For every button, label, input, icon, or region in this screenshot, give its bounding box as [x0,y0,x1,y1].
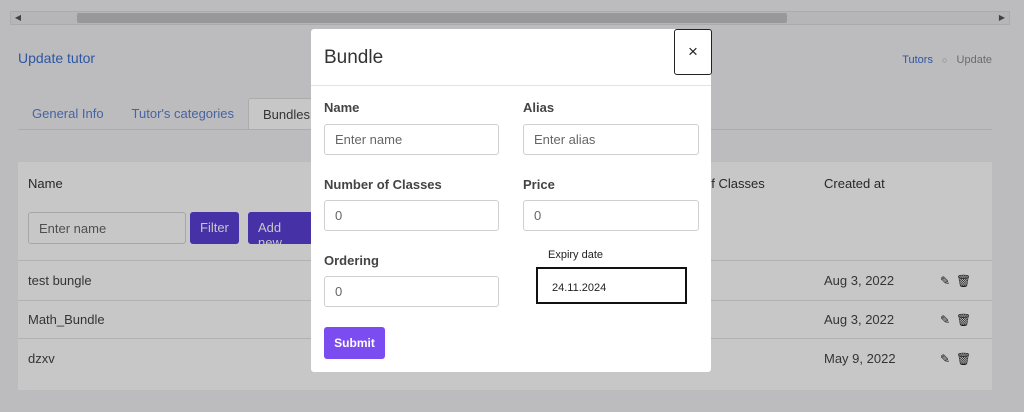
ordering-input[interactable]: 0 [324,276,499,307]
modal-header-divider [311,85,711,86]
classes-input[interactable]: 0 [324,200,499,231]
classes-label: Number of Classes [324,177,442,192]
price-label: Price [523,177,555,192]
modal-title: Bundle [324,47,384,68]
alias-label: Alias [523,100,555,115]
alias-input[interactable]: Enter alias [523,124,699,155]
expiry-date-input[interactable]: 24.11.2024 [536,267,687,304]
close-button[interactable]: × [674,29,712,75]
bundle-modal: Bundle × Name Enter name Alias Enter ali… [311,29,712,372]
price-input[interactable]: 0 [523,200,699,231]
ordering-label: Ordering [324,253,379,268]
expiry-date-label: Expiry date [548,249,604,261]
submit-button[interactable]: Submit [324,327,385,359]
name-label: Name [324,100,360,115]
name-input[interactable]: Enter name [324,124,499,155]
